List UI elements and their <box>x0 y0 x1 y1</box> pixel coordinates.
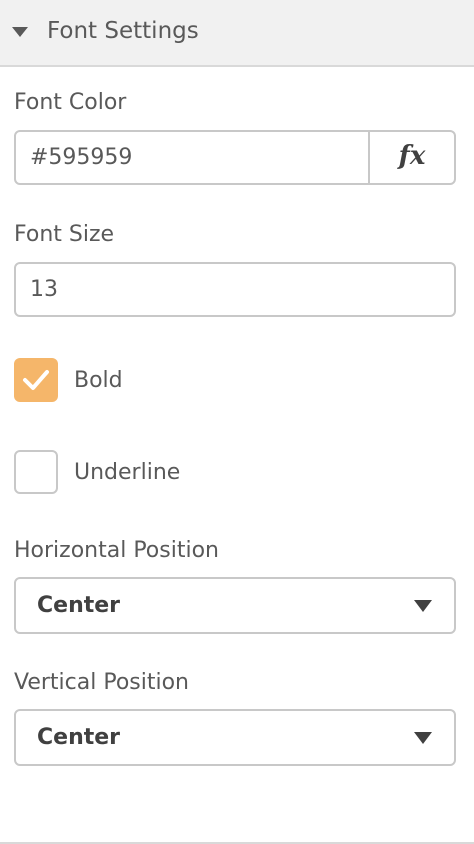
horizontal-position-select[interactable]: Center <box>14 577 456 634</box>
horizontal-position-value: Center <box>37 593 121 618</box>
dropdown-arrow-icon <box>414 732 432 744</box>
section-title: Font Settings <box>47 18 199 44</box>
vertical-position-label: Vertical Position <box>14 670 190 695</box>
vertical-position-select[interactable]: Center <box>14 709 456 766</box>
horizontal-position-label: Horizontal Position <box>14 538 219 563</box>
underline-label[interactable]: Underline <box>74 458 180 488</box>
checkmark-icon <box>23 370 49 390</box>
font-settings-header[interactable]: Font Settings <box>0 0 474 67</box>
expression-button[interactable]: fx <box>368 132 454 183</box>
caret-down-icon <box>12 27 28 37</box>
bold-label[interactable]: Bold <box>74 366 123 396</box>
bold-checkbox[interactable] <box>14 358 58 402</box>
font-color-value: #595959 <box>30 145 133 170</box>
vertical-position-value: Center <box>37 725 121 750</box>
font-color-label: Font Color <box>14 90 127 115</box>
dropdown-arrow-icon <box>414 600 432 612</box>
fx-icon: fx <box>398 141 426 171</box>
font-size-field[interactable]: 13 <box>14 262 456 317</box>
underline-checkbox[interactable] <box>14 450 58 494</box>
font-size-label: Font Size <box>14 222 115 247</box>
font-color-field[interactable]: #595959 fx <box>14 130 456 185</box>
font-size-value: 13 <box>30 277 58 302</box>
